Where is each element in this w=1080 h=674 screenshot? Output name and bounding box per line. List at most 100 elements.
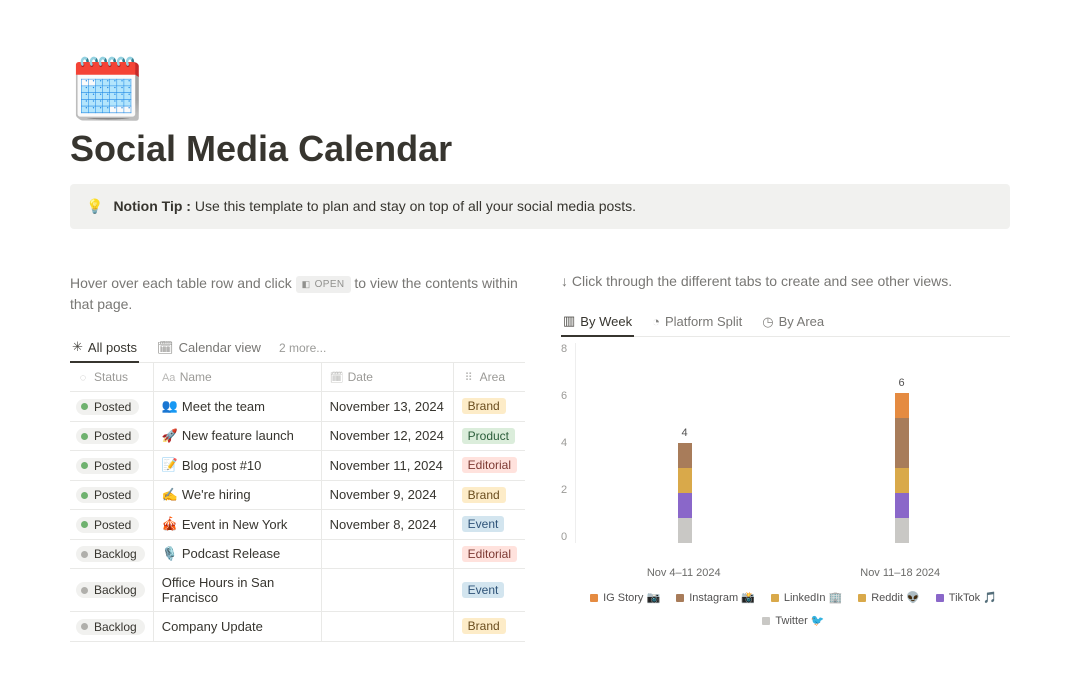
- y-axis: 86420: [561, 343, 575, 543]
- status-pill: Backlog: [76, 619, 145, 635]
- page-title[interactable]: Social Media Calendar: [70, 128, 1010, 170]
- sparkle-icon: ✳︎: [72, 339, 83, 355]
- row-date: November 8, 2024: [321, 510, 453, 540]
- bar-segment: [895, 518, 909, 543]
- clock-icon: ◷: [762, 314, 773, 330]
- chart: 86420 46 Nov 4–11 2024Nov 11–18 2024 IG …: [561, 343, 1010, 627]
- col-area[interactable]: ⠿Area: [453, 363, 525, 392]
- legend-label: LinkedIn 🏢: [784, 591, 842, 604]
- status-dot: [81, 462, 88, 469]
- bar-segment: [895, 393, 909, 418]
- plot-area: 46: [575, 343, 1010, 543]
- legend-swatch: [936, 594, 944, 602]
- x-axis: Nov 4–11 2024Nov 11–18 2024: [577, 567, 1010, 579]
- open-pill: OPEN: [296, 276, 351, 293]
- status-dot: [81, 403, 88, 410]
- date-icon: 🗓: [330, 371, 344, 384]
- row-emoji-icon: 📝: [162, 457, 178, 473]
- tab-by-area[interactable]: ◷ By Area: [760, 308, 826, 336]
- table-row[interactable]: Posted 🎪Event in New York November 8, 2024…: [70, 510, 525, 540]
- table-row[interactable]: Posted✍️We're hiringNovember 9, 2024Bran…: [70, 480, 525, 510]
- row-emoji-icon: 🎙️: [162, 546, 178, 562]
- col-status[interactable]: ◌Status: [70, 363, 153, 392]
- pie-icon: ◔: [652, 314, 660, 329]
- tab-calendar-view[interactable]: 🗓 Calendar view: [155, 334, 263, 362]
- area-tag: Brand: [462, 398, 506, 414]
- legend-label: Twitter 🐦: [775, 614, 824, 627]
- legend-swatch: [676, 594, 684, 602]
- bar-segment: [895, 418, 909, 468]
- row-name: 📝Blog post #10: [162, 457, 313, 473]
- legend-label: TikTok 🎵: [949, 591, 997, 604]
- callout-text: Use this template to plan and stay on to…: [195, 198, 636, 214]
- legend-item[interactable]: Instagram 📸: [676, 591, 755, 604]
- x-tick-label: Nov 11–18 2024: [860, 567, 940, 579]
- area-tag: Brand: [462, 618, 506, 634]
- legend-item[interactable]: IG Story 📷: [590, 591, 660, 604]
- table-row[interactable]: Posted🚀New feature launchNovember 12, 20…: [70, 421, 525, 451]
- table-row[interactable]: BacklogOffice Hours in San FranciscoEven…: [70, 569, 525, 612]
- calendar-icon: 🗓: [157, 340, 174, 356]
- legend-item[interactable]: LinkedIn 🏢: [771, 591, 842, 604]
- bar-segment: [895, 468, 909, 493]
- row-name: Company Update: [162, 619, 313, 634]
- page-icon[interactable]: 🗓️: [70, 60, 145, 120]
- bar-segment: [678, 443, 692, 468]
- row-date: November 11, 2024: [321, 451, 453, 481]
- row-emoji-icon: 🎪: [162, 516, 178, 532]
- status-dot: [81, 623, 88, 630]
- table-row[interactable]: Backlog Company Update Brand: [70, 612, 525, 642]
- tab-all-posts[interactable]: ✳︎ All posts: [70, 333, 139, 363]
- row-emoji-icon: 👥: [162, 398, 178, 414]
- legend-swatch: [858, 594, 866, 602]
- legend-swatch: [590, 594, 598, 602]
- area-tag: Event: [462, 582, 505, 598]
- row-name: 🚀New feature launch: [162, 428, 313, 444]
- row-name: 🎙️Podcast Release: [162, 546, 313, 562]
- status-pill: Posted: [76, 517, 139, 533]
- status-dot: [81, 587, 88, 594]
- area-tag: Editorial: [462, 457, 517, 473]
- col-date[interactable]: 🗓Date: [321, 363, 453, 392]
- tabs-more[interactable]: 2 more...: [279, 341, 326, 355]
- status-icon: ◌: [76, 372, 90, 384]
- legend-swatch: [762, 617, 770, 625]
- tab-platform-split[interactable]: ◔ Platform Split: [650, 308, 744, 335]
- status-dot: [81, 492, 88, 499]
- row-name: ✍️We're hiring: [162, 487, 313, 503]
- col-name[interactable]: AaName: [153, 363, 321, 392]
- row-date: [321, 569, 453, 612]
- people-icon: ⠿: [462, 371, 476, 384]
- left-hint: Hover over each table row and click OPEN…: [70, 273, 525, 315]
- row-date: November 13, 2024: [321, 392, 453, 422]
- row-date: [321, 539, 453, 569]
- table-row[interactable]: Posted📝Blog post #10November 11, 2024Edi…: [70, 451, 525, 481]
- status-pill: Posted: [76, 428, 139, 444]
- bar-stack[interactable]: 4: [678, 443, 692, 543]
- posts-table: ◌Status AaName 🗓Date ⠿Area Posted👥Meet t…: [70, 363, 525, 642]
- table-row[interactable]: Backlog🎙️Podcast ReleaseEditorial: [70, 539, 525, 569]
- legend-item[interactable]: TikTok 🎵: [936, 591, 997, 604]
- legend-label: IG Story 📷: [603, 591, 660, 604]
- legend-label: Instagram 📸: [689, 591, 755, 604]
- tab-by-week[interactable]: ▥ By Week: [561, 307, 634, 337]
- area-tag: Product: [462, 428, 515, 444]
- row-date: November 9, 2024: [321, 480, 453, 510]
- chart-tabs: ▥ By Week ◔ Platform Split ◷ By Area: [561, 307, 1010, 337]
- legend-item[interactable]: Reddit 👽: [858, 591, 920, 604]
- legend-item[interactable]: Twitter 🐦: [762, 614, 824, 627]
- area-tag: Event: [462, 516, 505, 532]
- row-name: Office Hours in San Francisco: [162, 575, 313, 605]
- table-row[interactable]: Posted👥Meet the teamNovember 13, 2024Bra…: [70, 392, 525, 422]
- area-tag: Editorial: [462, 546, 517, 562]
- text-icon: Aa: [162, 372, 176, 384]
- status-pill: Posted: [76, 399, 139, 415]
- legend-swatch: [771, 594, 779, 602]
- status-dot: [81, 521, 88, 528]
- row-emoji-icon: ✍️: [162, 487, 178, 503]
- lightbulb-icon: 💡: [86, 198, 103, 215]
- bar-stack[interactable]: 6: [895, 393, 909, 543]
- bar-segment: [678, 468, 692, 493]
- row-name: 🎪Event in New York: [162, 516, 313, 532]
- bar-value-label: 4: [675, 427, 695, 439]
